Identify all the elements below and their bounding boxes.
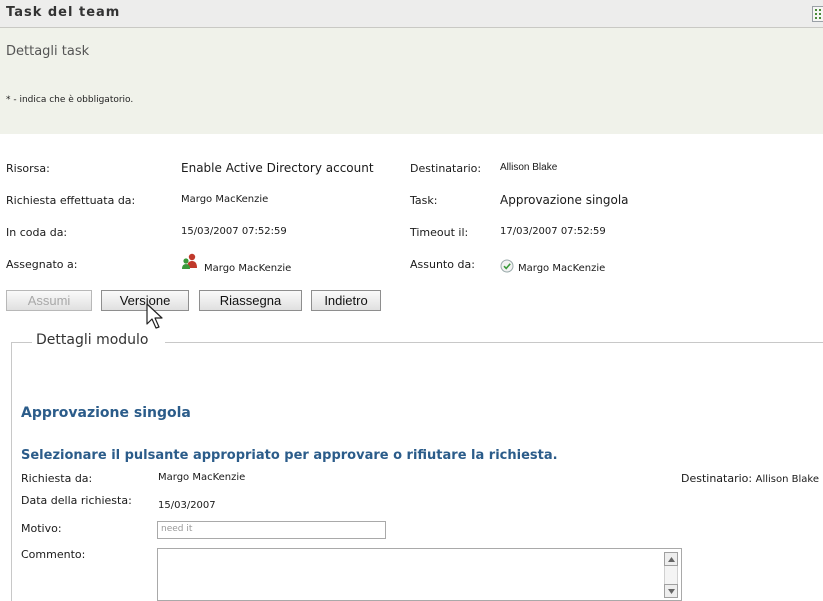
scroll-down-icon[interactable] — [664, 584, 678, 598]
grid-menu-icon[interactable] — [812, 6, 823, 22]
claim-button[interactable]: Assumi — [6, 290, 92, 311]
comment-scrollbar-track[interactable] — [664, 566, 678, 584]
form-recipient-value: Allison Blake — [755, 474, 819, 485]
fieldset-border-right — [165, 342, 823, 343]
required-note: * - indica che è obbligatorio. — [6, 95, 134, 105]
form-legend: Dettagli modulo — [36, 332, 149, 348]
form-date-label: Data della richiesta: — [21, 494, 132, 507]
timeout-label: Timeout il: — [410, 226, 469, 239]
scroll-up-icon[interactable] — [664, 552, 678, 566]
resource-value: Enable Active Directory account — [181, 161, 374, 175]
user-group-icon — [181, 252, 199, 270]
fieldset-border-left — [11, 342, 32, 343]
recipient-value: Allison Blake — [500, 162, 558, 173]
queued-value: 15/03/2007 07:52:59 — [181, 226, 287, 237]
assigned-value: Margo MacKenzie — [204, 263, 292, 274]
requested-by-value: Margo MacKenzie — [181, 194, 269, 205]
mouse-pointer-icon — [145, 302, 167, 332]
panel-title: Dettagli task — [6, 44, 90, 59]
form-requested-by-label: Richiesta da: — [21, 472, 93, 485]
form-reason-label: Motivo: — [21, 522, 62, 535]
check-circle-icon — [500, 258, 514, 273]
task-label: Task: — [410, 194, 438, 207]
claimed-label: Assunto da: — [410, 258, 475, 271]
portlet-title: Task del team — [6, 5, 121, 20]
portlet-title-bar — [0, 0, 823, 28]
queued-label: In coda da: — [6, 226, 68, 239]
form-recipient: Destinatario: Allison Blake — [681, 472, 819, 485]
form-instruction: Selezionare il pulsante appropriato per … — [21, 448, 558, 463]
form-recipient-label: Destinatario: — [681, 472, 753, 485]
form-heading: Approvazione singola — [21, 405, 191, 421]
task-value: Approvazione singola — [500, 193, 629, 207]
reason-input[interactable]: need it — [157, 521, 386, 539]
form-date-value: 15/03/2007 — [158, 500, 216, 511]
comment-textarea[interactable] — [157, 548, 682, 601]
recipient-label: Destinatario: — [410, 162, 482, 175]
reason-input-value: need it — [161, 524, 193, 534]
form-comment-label: Commento: — [21, 548, 86, 561]
reassign-button[interactable]: Riassegna — [199, 290, 302, 311]
fieldset-border-side — [11, 342, 12, 601]
resource-label: Risorsa: — [6, 162, 50, 175]
form-requested-by-value: Margo MacKenzie — [158, 472, 246, 483]
back-button[interactable]: Indietro — [311, 290, 381, 311]
assigned-label: Assegnato a: — [6, 258, 78, 271]
claimed-value: Margo MacKenzie — [518, 263, 606, 274]
timeout-value: 17/03/2007 07:52:59 — [500, 226, 606, 237]
requested-by-label: Richiesta effettuata da: — [6, 194, 136, 207]
task-details-panel — [0, 28, 823, 134]
